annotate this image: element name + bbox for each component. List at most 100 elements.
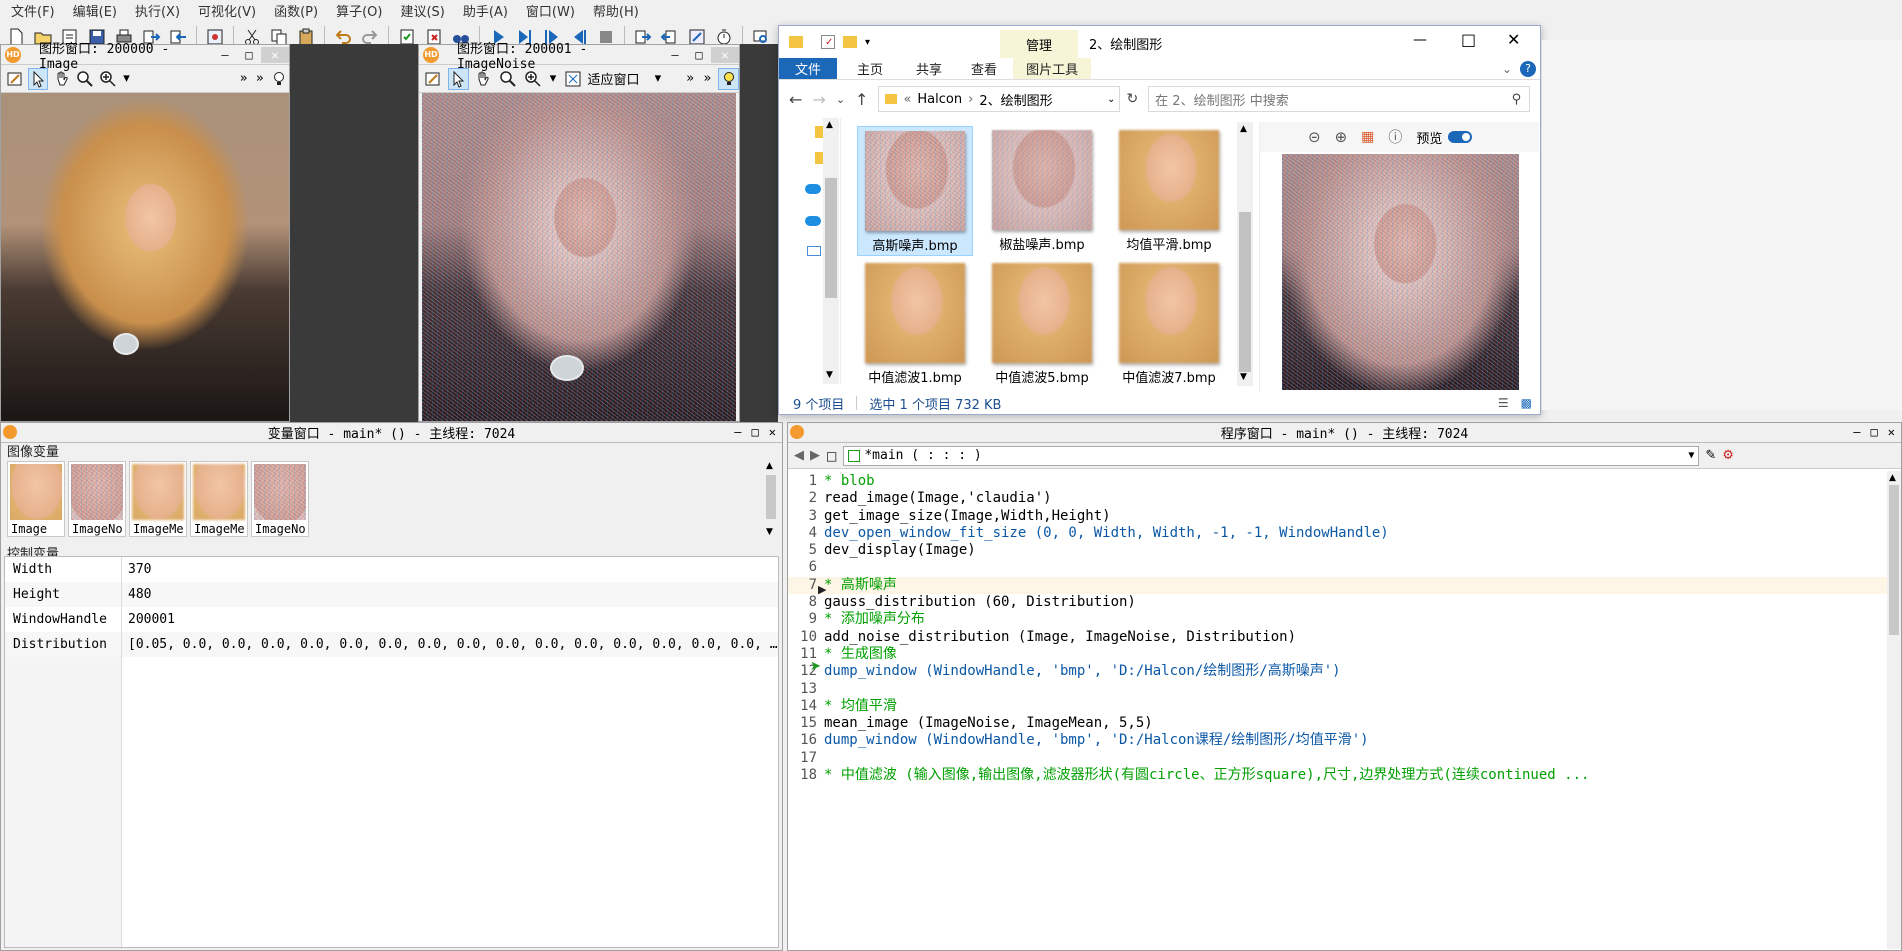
zoom-icon[interactable]: [75, 68, 94, 90]
image-variable[interactable]: ImageNo: [251, 461, 309, 537]
refresh-icon[interactable]: ↻: [1126, 91, 1138, 107]
gallery-icon[interactable]: ▦: [1361, 129, 1374, 145]
scrollbar-thumb[interactable]: [766, 475, 776, 519]
preview-toggle[interactable]: [1448, 131, 1473, 143]
chevron-down-icon[interactable]: ▾: [547, 68, 558, 90]
menu-procedures[interactable]: 函数(P): [265, 1, 327, 20]
overflow-icon[interactable]: »: [684, 68, 697, 90]
code-line[interactable]: 4 dev_open_window_fit_size (0, 0, Width, …: [788, 525, 1888, 542]
file-item[interactable]: 椒盐噪声.bmp: [984, 130, 1100, 253]
zoom-out-icon[interactable]: ⊝: [1308, 128, 1321, 146]
chevron-down-icon[interactable]: ▾: [121, 68, 131, 90]
code-scrollbar[interactable]: ▲: [1887, 471, 1901, 949]
code-line[interactable]: 11 * 生成图像: [788, 646, 1888, 663]
scroll-up-icon[interactable]: ▲: [766, 461, 773, 471]
image-claudia-original[interactable]: [1, 93, 289, 421]
code-line[interactable]: 12 dump_window (WindowHandle, 'bmp', 'D:/…: [788, 663, 1888, 680]
scroll-up-icon[interactable]: ▲: [1240, 124, 1247, 134]
file-grid-scrollbar[interactable]: ▲ ▼: [1237, 122, 1253, 386]
scroll-down-icon[interactable]: ▼: [826, 370, 833, 380]
minimize-icon[interactable]: —: [1413, 32, 1427, 48]
code-line[interactable]: 1 * blob: [788, 473, 1888, 490]
menu-file[interactable]: 文件(F): [2, 1, 64, 20]
code-line[interactable]: 14 * 均值平滑: [788, 698, 1888, 715]
fit-window-icon[interactable]: [563, 68, 584, 90]
control-variable-row[interactable]: Distribution [0.05, 0.0, 0.0, 0.0, 0.0, 0…: [5, 632, 778, 657]
image-variable[interactable]: ImageMe: [190, 461, 248, 537]
maximize-icon[interactable]: □: [752, 425, 759, 439]
code-line[interactable]: 10 add_noise_distribution (Image, ImageNo…: [788, 629, 1888, 646]
qat-dropdown-icon[interactable]: ▾: [865, 37, 870, 48]
file-item[interactable]: 中值滤波5.bmp: [984, 263, 1100, 386]
onedrive-icon[interactable]: [805, 216, 821, 226]
code-line[interactable]: 18 * 中值滤波 (输入图像,输出图像,滤波器形状(有圆circle、正方形sq…: [788, 767, 1888, 784]
menu-help[interactable]: 帮助(H): [584, 1, 648, 20]
zoom-icon[interactable]: [498, 68, 519, 90]
image-variable[interactable]: ImageMe: [129, 461, 187, 537]
back-arrow-icon[interactable]: ←: [789, 90, 802, 109]
code-line[interactable]: 3 get_image_size(Image,Width,Height): [788, 508, 1888, 525]
tab-share[interactable]: 共享: [903, 58, 955, 79]
file-grid-scrollbar-thumb[interactable]: [1239, 212, 1251, 372]
menu-suggestions[interactable]: 建议(S): [391, 1, 453, 20]
minimize-icon[interactable]: —: [1853, 425, 1860, 439]
lightbulb-icon[interactable]: [718, 67, 740, 90]
overflow-icon[interactable]: »: [254, 68, 266, 90]
up-arrow-icon[interactable]: ↑: [855, 90, 868, 109]
new-folder-icon[interactable]: [843, 36, 857, 48]
minimize-icon[interactable]: —: [734, 425, 741, 439]
image-variables-scrollbar[interactable]: ▲ ▼: [764, 461, 778, 541]
chevron-down-icon[interactable]: ▼: [1688, 450, 1694, 461]
chevron-down-icon[interactable]: ▾: [652, 68, 663, 90]
computer-icon[interactable]: [807, 246, 821, 256]
scroll-up-icon[interactable]: ▲: [826, 120, 833, 130]
menu-visualize[interactable]: 可视化(V): [189, 1, 265, 20]
close-icon[interactable]: ✕: [711, 46, 739, 63]
properties-icon[interactable]: ✓: [821, 35, 835, 49]
forward-arrow-icon[interactable]: ▶: [810, 448, 820, 463]
minimize-icon[interactable]: —: [213, 48, 237, 62]
image-claudia-noise[interactable]: [422, 93, 736, 421]
image-variable[interactable]: ImageNo: [68, 461, 126, 537]
close-icon[interactable]: ✕: [1507, 30, 1520, 49]
zoom-in-icon[interactable]: [522, 68, 543, 90]
help-icon[interactable]: ?: [1520, 60, 1536, 77]
control-variable-row[interactable]: Width 370: [5, 557, 778, 582]
back-arrow-icon[interactable]: ◀: [794, 448, 804, 463]
code-line[interactable]: 13: [788, 681, 1888, 698]
minimize-icon[interactable]: —: [663, 48, 687, 62]
file-item[interactable]: 中值滤波7.bmp: [1111, 263, 1227, 386]
scroll-down-icon[interactable]: ▼: [766, 527, 773, 537]
file-item[interactable]: 均值平滑.bmp: [1111, 130, 1227, 253]
lightbulb-icon[interactable]: [270, 68, 289, 90]
file-item[interactable]: 高斯噪声.bmp: [857, 126, 973, 256]
menu-operators[interactable]: 算子(O): [327, 1, 391, 20]
maximize-icon[interactable]: □: [1871, 425, 1878, 439]
tab-view[interactable]: 查看: [955, 58, 1013, 79]
close-icon[interactable]: ✕: [261, 46, 289, 63]
zoom-in-icon[interactable]: [98, 68, 117, 90]
nav-scrollbar-thumb[interactable]: [825, 178, 837, 298]
close-icon[interactable]: ✕: [1888, 425, 1895, 439]
maximize-icon[interactable]: □: [687, 48, 711, 62]
code-line[interactable]: 9 * 添加噪声分布: [788, 611, 1888, 628]
edit-icon[interactable]: [423, 68, 444, 90]
menu-window[interactable]: 窗口(W): [517, 1, 584, 20]
tab-picture-tools[interactable]: 图片工具: [1013, 58, 1092, 79]
zoom-in-icon[interactable]: ⊕: [1335, 128, 1348, 146]
chevron-down-icon[interactable]: ⌄: [1502, 62, 1512, 76]
manage-tab[interactable]: 管理: [1000, 30, 1078, 58]
forward-arrow-icon[interactable]: →: [812, 90, 825, 109]
menu-edit[interactable]: 编辑(E): [64, 1, 126, 20]
procedure-icon[interactable]: □: [826, 449, 837, 463]
control-variable-row[interactable]: WindowHandle 200001: [5, 607, 778, 632]
code-line[interactable]: 15 mean_image (ImageNoise, ImageMean, 5,5…: [788, 715, 1888, 732]
code-line[interactable]: 17: [788, 750, 1888, 767]
code-line[interactable]: 5 dev_display(Image): [788, 542, 1888, 559]
procedure-settings-icon[interactable]: ⚙: [1722, 448, 1734, 463]
procedure-select[interactable]: *main ( : : : ) ▼: [843, 445, 1700, 466]
code-scrollbar-thumb[interactable]: [1889, 485, 1899, 635]
code-line[interactable]: 16 dump_window (WindowHandle, 'bmp', 'D:/…: [788, 732, 1888, 749]
code-editor[interactable]: 1 * blob 2 read_image(Image,'claudia') 3 get_…: [788, 471, 1888, 949]
tab-file[interactable]: 文件: [779, 58, 838, 79]
